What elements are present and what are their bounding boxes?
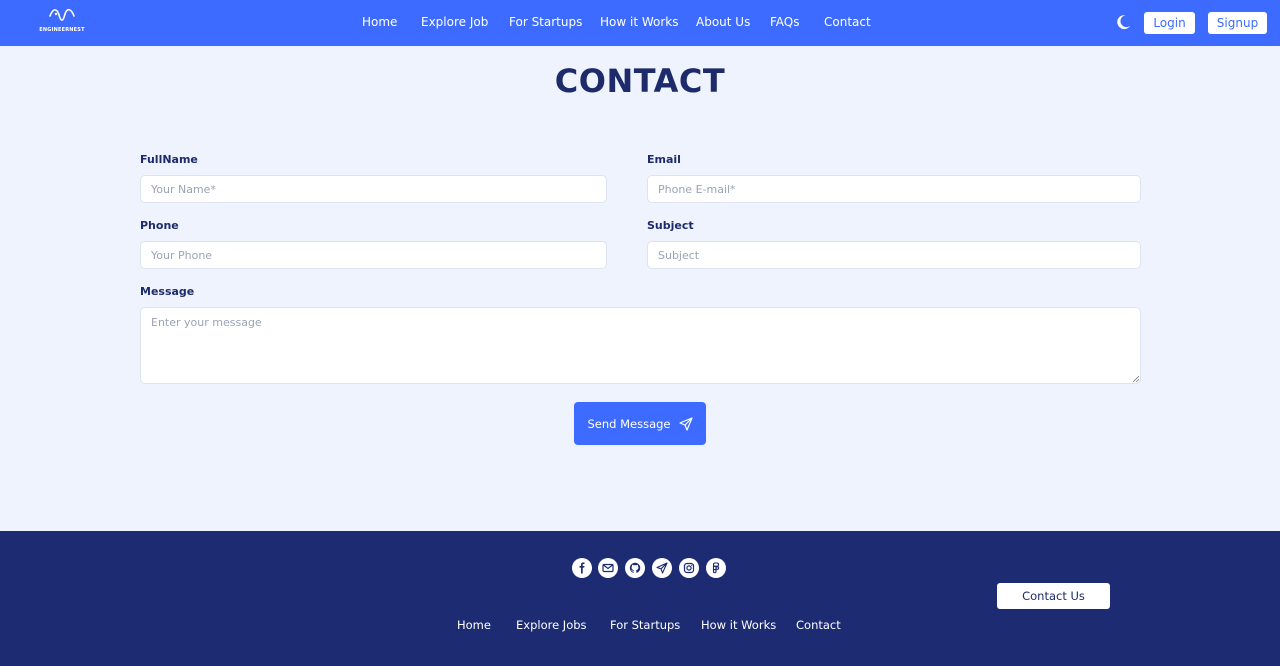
nav-about-us[interactable]: About Us	[696, 15, 750, 29]
footer-link-how-it-works[interactable]: How it Works	[701, 618, 776, 632]
nav-faqs[interactable]: FAQs	[770, 15, 800, 29]
nav-how-it-works[interactable]: How it Works	[600, 15, 679, 29]
email-input[interactable]	[647, 175, 1141, 203]
gmail-icon[interactable]	[598, 558, 618, 578]
nav-home[interactable]: Home	[362, 15, 397, 29]
subject-label: Subject	[647, 219, 694, 232]
send-message-label: Send Message	[587, 416, 671, 431]
nav-explore-job[interactable]: Explore Job	[421, 15, 488, 29]
nav-for-startups[interactable]: For Startups	[509, 15, 582, 29]
figma-icon[interactable]	[706, 558, 726, 578]
footer-link-explore-jobs[interactable]: Explore Jobs	[516, 618, 587, 632]
nav-contact[interactable]: Contact	[824, 15, 871, 29]
top-navbar: ENGINEERNEST Home Explore Job For Startu…	[0, 0, 1280, 46]
page-title: CONTACT	[554, 62, 726, 100]
telegram-icon[interactable]	[652, 558, 672, 578]
dark-mode-moon-icon[interactable]	[1114, 13, 1132, 31]
resize-grip-icon[interactable]	[1133, 376, 1139, 382]
phone-input[interactable]	[140, 241, 607, 269]
signup-button[interactable]: Signup	[1208, 12, 1267, 34]
github-icon[interactable]	[625, 558, 645, 578]
facebook-icon[interactable]	[572, 558, 592, 578]
send-message-button[interactable]: Send Message	[574, 402, 706, 445]
footer-link-contact[interactable]: Contact	[796, 618, 841, 632]
email-label: Email	[647, 153, 681, 166]
fullname-input[interactable]	[140, 175, 607, 203]
fullname-label: FullName	[140, 153, 198, 166]
paper-plane-icon	[678, 416, 693, 431]
main-nav: Home Explore Job For Startups How it Wor…	[0, 0, 1280, 46]
footer: Contact Us Home Explore Jobs For Startup…	[0, 531, 1280, 666]
message-label: Message	[140, 285, 195, 298]
phone-label: Phone	[140, 219, 179, 232]
subject-input[interactable]	[647, 241, 1141, 269]
message-textarea[interactable]	[140, 307, 1141, 384]
footer-link-home[interactable]: Home	[457, 618, 491, 632]
contact-us-button[interactable]: Contact Us	[997, 583, 1110, 609]
instagram-icon[interactable]	[679, 558, 699, 578]
footer-link-for-startups[interactable]: For Startups	[610, 618, 680, 632]
login-button[interactable]: Login	[1144, 12, 1195, 34]
